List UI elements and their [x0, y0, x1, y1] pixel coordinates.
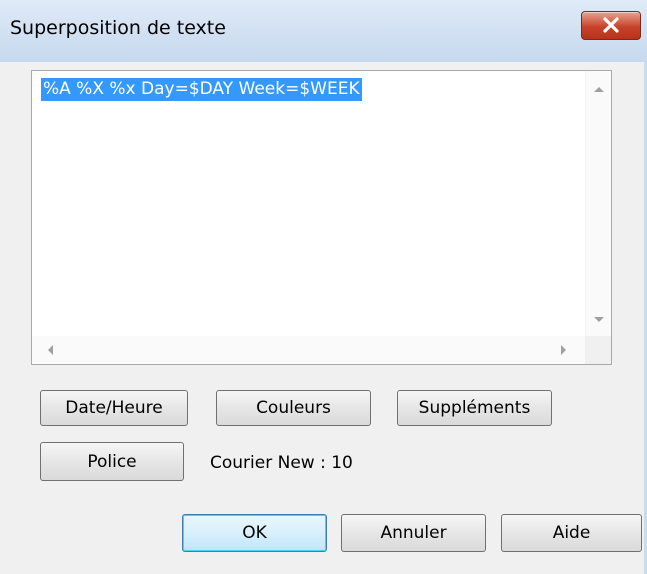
overlay-text-area[interactable]: %A %X %x Day=$DAY Week=$WEEK: [31, 70, 612, 365]
vertical-scrollbar[interactable]: [585, 71, 611, 336]
close-button[interactable]: [581, 11, 641, 40]
font-button[interactable]: Police: [40, 442, 184, 481]
supplements-button[interactable]: Suppléments: [397, 390, 552, 426]
overlay-text-selection[interactable]: %A %X %x Day=$DAY Week=$WEEK: [41, 78, 362, 101]
close-icon: [603, 17, 619, 33]
horizontal-scrollbar[interactable]: [32, 336, 585, 364]
dialog-window: Superposition de texte %A %X %x Day=$DAY…: [0, 0, 647, 574]
dialog-body: %A %X %x Day=$DAY Week=$WEEK Date/Heure …: [0, 62, 644, 574]
colors-button[interactable]: Couleurs: [216, 390, 371, 426]
help-button[interactable]: Aide: [501, 514, 642, 552]
ok-button[interactable]: OK: [182, 514, 327, 552]
arrow-left-icon[interactable]: [47, 345, 53, 355]
font-info-label: Courier New : 10: [210, 453, 353, 473]
window-title: Superposition de texte: [10, 17, 226, 39]
title-bar[interactable]: Superposition de texte: [0, 0, 647, 62]
cancel-button[interactable]: Annuler: [341, 514, 486, 552]
arrow-right-icon[interactable]: [561, 345, 567, 355]
arrow-up-icon[interactable]: [594, 86, 604, 92]
scrollbar-corner: [585, 336, 611, 364]
arrow-down-icon[interactable]: [594, 317, 604, 323]
date-time-button[interactable]: Date/Heure: [40, 390, 188, 426]
